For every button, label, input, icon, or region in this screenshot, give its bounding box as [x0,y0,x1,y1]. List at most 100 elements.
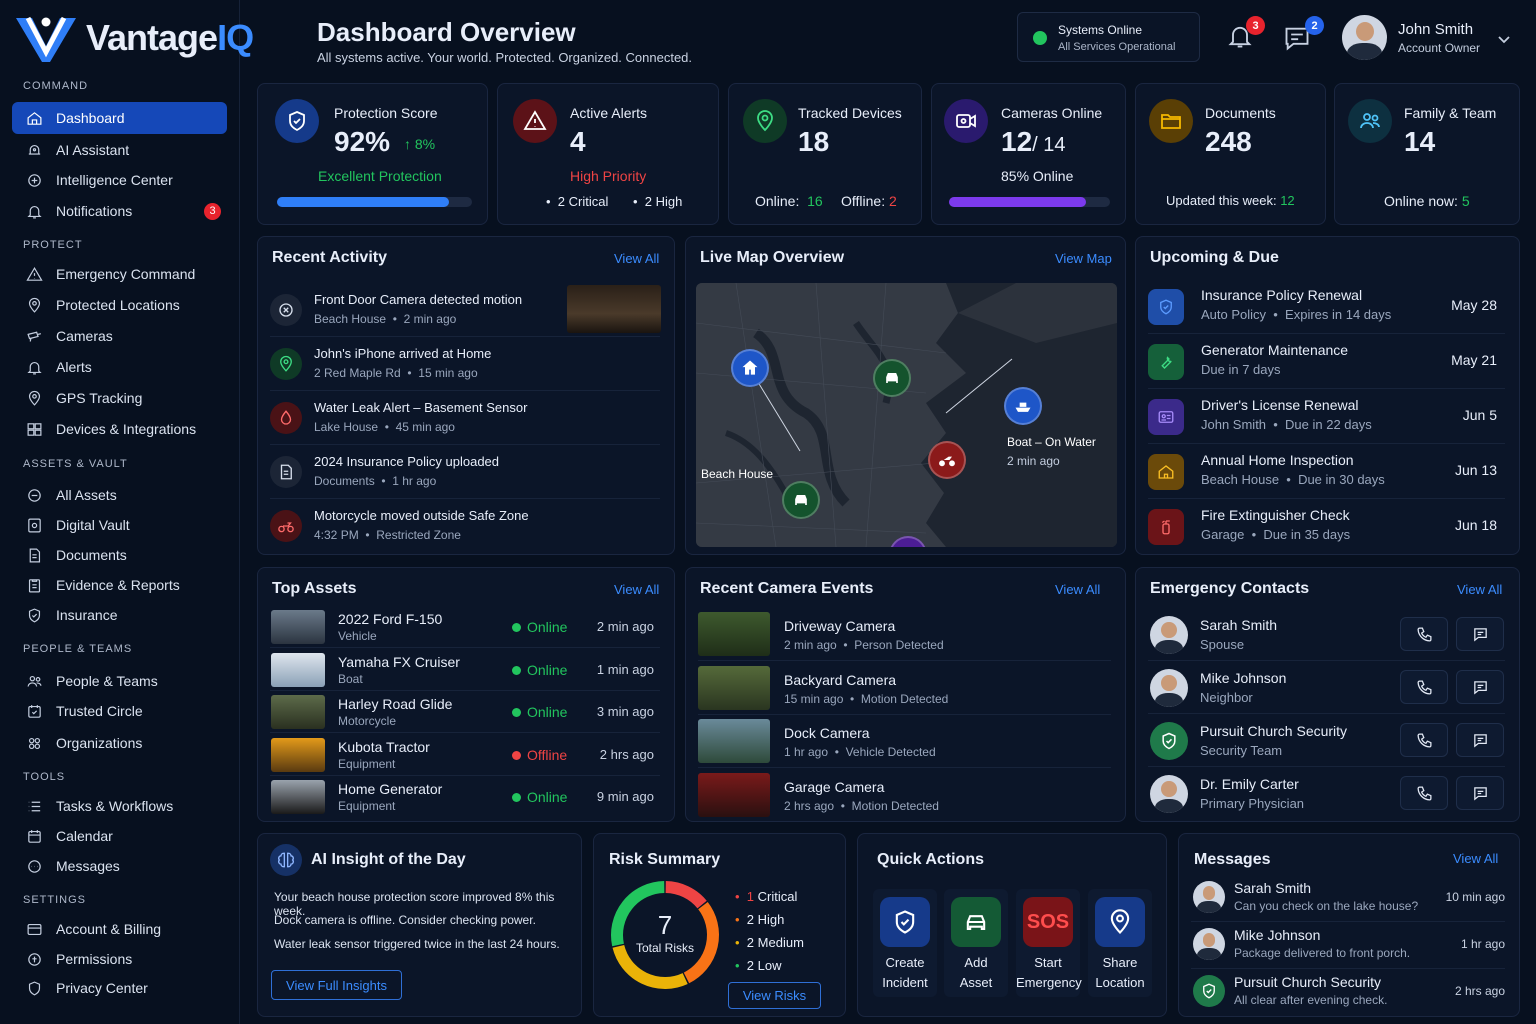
start-emergency-button[interactable]: SOS Start Emergency [1016,889,1082,997]
home-map-pin[interactable] [731,349,769,387]
sidebar-item-messages[interactable]: Messages [12,850,227,882]
sidebar-item-gps-tracking[interactable]: GPS Tracking [12,382,227,414]
user-avatar[interactable] [1342,15,1387,60]
sidebar-item-emergency-command[interactable]: Emergency Command [12,258,227,290]
messages-button[interactable]: 2 [1283,16,1324,54]
view-all-link[interactable]: View All [1453,851,1498,866]
message-row[interactable]: Pursuit Church Security All clear after e… [1191,970,1505,1016]
call-button[interactable] [1400,723,1448,757]
active-alerts-card[interactable]: Active Alerts 4 High Priority • 2 Critic… [497,83,719,225]
message-button[interactable] [1456,723,1504,757]
upcoming-item[interactable]: Fire Extinguisher Check Garage • Due in 3… [1148,499,1505,554]
upcoming-item[interactable]: Annual Home Inspection Beach House • Due … [1148,444,1505,499]
sidebar-item-evidence-reports[interactable]: Evidence & Reports [12,569,227,601]
brand-logo[interactable]: VantageIQ [14,10,254,66]
activity-item[interactable]: Motorcycle moved outside Safe Zone 4:32 P… [270,499,660,553]
create-incident-button[interactable]: Create Incident [873,889,937,997]
tracked-devices-card[interactable]: Tracked Devices 18 Online: 16 Offline: 2 [728,83,922,225]
system-status[interactable]: Systems Online All Services Operational [1017,12,1200,62]
sidebar-item-insurance[interactable]: Insurance [12,599,227,631]
call-button[interactable] [1400,670,1448,704]
upcoming-meta: Beach House • Due in 30 days [1201,472,1385,487]
asset-row[interactable]: Harley Road Glide Motorcycle Online 3 min a… [270,691,660,733]
upcoming-item[interactable]: Driver's License Renewal John Smith • Due… [1148,389,1505,444]
view-insights-button[interactable]: View Full Insights [271,970,402,1000]
view-all-link[interactable]: View All [614,251,659,266]
message-row[interactable]: Sarah Smith Can you check on the lake hou… [1191,876,1505,922]
sidebar-item-dashboard[interactable]: Dashboard [12,102,227,134]
motion-snapshot-thumbnail[interactable] [567,285,661,333]
sidebar-item-all-assets[interactable]: All Assets [12,479,227,511]
sidebar-item-account-billing[interactable]: Account & Billing [12,913,227,945]
chevron-down-icon[interactable] [1496,31,1512,47]
asset-row[interactable]: 2022 Ford F-150 Vehicle Online 2 min ago [270,606,660,648]
message-button[interactable] [1456,617,1504,651]
message-time: 2 hrs ago [1454,984,1505,998]
view-risks-button[interactable]: View Risks [728,982,821,1009]
contact-role: Primary Physician [1200,796,1305,811]
sidebar-item-documents[interactable]: Documents [12,539,227,571]
devices-online: Online: 16 [755,193,823,209]
sidebar-item-tasks-workflows[interactable]: Tasks & Workflows [12,790,227,822]
sidebar-item-protected-locations[interactable]: Protected Locations [12,289,227,321]
intelligence-icon [24,170,44,190]
car-map-pin[interactable] [782,481,820,519]
sidebar-item-privacy-center[interactable]: Privacy Center [12,972,227,1004]
boat-icon [1015,402,1031,412]
sidebar-item-digital-vault[interactable]: Digital Vault [12,509,227,541]
call-button[interactable] [1400,776,1448,810]
sidebar-item-calendar[interactable]: Calendar [12,820,227,852]
sidebar-item-people-teams[interactable]: People & Teams [12,665,227,697]
sidebar-item-notifications[interactable]: Notifications 3 [12,195,227,227]
upcoming-due-card: Upcoming & Due Insurance Policy Renewal A… [1135,236,1520,555]
share-location-button[interactable]: Share Location [1088,889,1152,997]
devices-value: 18 [798,126,830,157]
view-all-link[interactable]: View All [614,582,659,597]
activity-item[interactable]: Water Leak Alert – Basement Sensor Lake H… [270,391,660,445]
alerts-priority: High Priority [570,168,647,184]
activity-item[interactable]: Front Door Camera detected motion Beach H… [270,283,661,337]
view-map-link[interactable]: View Map [1055,251,1112,266]
activity-item[interactable]: John's iPhone arrived at Home 2 Red Maple… [270,337,660,391]
motorcycle-map-pin[interactable] [928,441,966,479]
sidebar-item-alerts[interactable]: Alerts [12,351,227,383]
message-row[interactable]: Mike Johnson Package delivered to front p… [1191,923,1505,969]
activity-item[interactable]: 2024 Insurance Policy uploaded Documents … [270,445,660,499]
car-map-pin[interactable] [873,359,911,397]
asset-row[interactable]: Home Generator Equipment Online 9 min ago [270,776,660,818]
camera-event-row[interactable]: Driveway Camera 2 min ago • Person Detect… [698,608,1111,661]
sidebar-item-organizations[interactable]: Organizations [12,727,227,759]
permissions-icon [24,949,44,969]
sidebar-item-ai-assistant[interactable]: AI Assistant [12,134,227,166]
message-button[interactable] [1456,776,1504,810]
sidebar-item-devices-integrations[interactable]: Devices & Integrations [12,413,227,445]
sidebar-item-intelligence-center[interactable]: Intelligence Center [12,164,227,196]
emergency-contacts-card: Emergency Contacts View All Sarah Smith S… [1135,567,1520,822]
cameras-online-card[interactable]: Cameras Online 12/ 14 85% Online [931,83,1126,225]
upcoming-item[interactable]: Generator Maintenance Due in 7 days May 21 [1148,334,1505,389]
camera-event-row[interactable]: Dock Camera 1 hr ago • Vehicle Detected [698,715,1111,768]
family-team-card[interactable]: Family & Team 14 Online now: 5 [1334,83,1520,225]
boat-map-pin[interactable] [1004,387,1042,425]
user-role: Account Owner [1398,41,1481,55]
asset-row[interactable]: Kubota Tractor Equipment Offline 2 hrs ago [270,734,660,776]
call-button[interactable] [1400,617,1448,651]
add-asset-button[interactable]: Add Asset [944,889,1008,997]
asset-row[interactable]: Yamaha FX Cruiser Boat Online 1 min ago [270,649,660,691]
upcoming-item[interactable]: Insurance Policy Renewal Auto Policy • Ex… [1148,279,1505,334]
view-all-link[interactable]: View All [1055,582,1100,597]
sidebar-item-permissions[interactable]: Permissions [12,943,227,975]
sidebar-item-trusted-circle[interactable]: Trusted Circle [12,695,227,727]
camera-event-row[interactable]: Garage Camera 2 hrs ago • Motion Detected [698,769,1111,822]
message-button[interactable] [1456,670,1504,704]
sidebar-item-cameras[interactable]: Cameras [12,320,227,352]
notifications-button[interactable]: 3 [1226,16,1265,52]
camera-icon [24,326,44,346]
page-title: Dashboard Overview [317,17,576,47]
protection-score-card[interactable]: Protection Score 92% ↑ 8% Excellent Prot… [257,83,488,225]
sidebar-item-label: Intelligence Center [56,172,173,188]
documents-card[interactable]: Documents 248 Updated this week: 12 [1135,83,1326,225]
view-all-link[interactable]: View All [1457,582,1502,597]
camera-event-row[interactable]: Backyard Camera 15 min ago • Motion Detec… [698,662,1111,715]
map-canvas[interactable]: Beach House Boat – On Water 2 min ago [696,283,1117,547]
